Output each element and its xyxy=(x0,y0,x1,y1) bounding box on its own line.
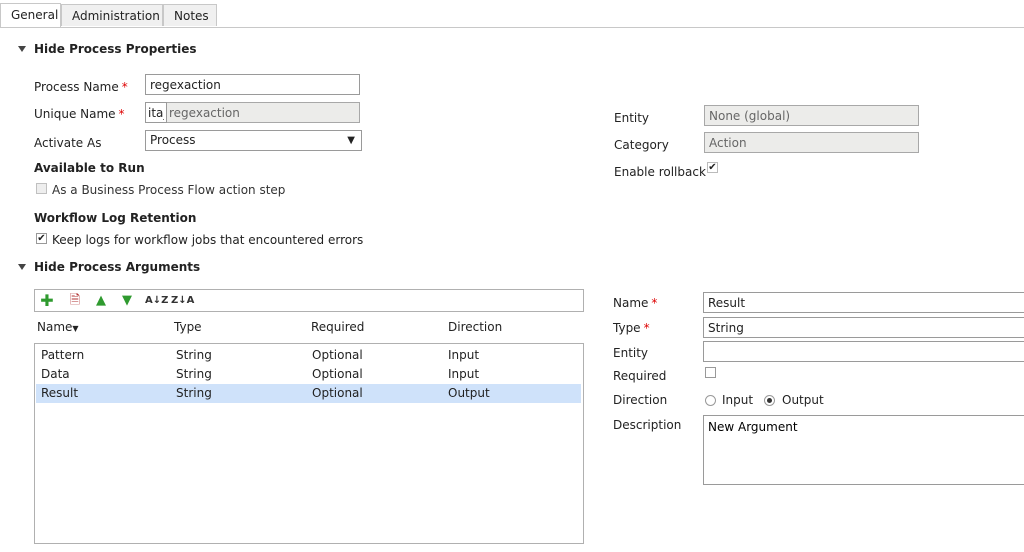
arguments-toolbar: ✚ 🗎 ▲ ▼ A↓Z Z↓A xyxy=(34,289,584,312)
required-asterisk-icon: * xyxy=(121,80,128,94)
cell-direction: Output xyxy=(448,386,490,400)
arg-description-textarea[interactable]: New Argument xyxy=(703,415,1024,485)
direction-input-label: Input xyxy=(722,393,754,407)
arg-name-label: Name * xyxy=(613,296,657,310)
log-retention-heading: Workflow Log Retention xyxy=(34,211,197,225)
sort-arrow-icon: ▼ xyxy=(72,324,79,333)
arg-type-select[interactable] xyxy=(703,317,1024,338)
label-text: Name xyxy=(613,296,649,310)
sort-ascending-icon[interactable]: A↓Z xyxy=(145,293,168,309)
move-down-icon[interactable]: ▼ xyxy=(119,293,135,309)
cell-required: Optional xyxy=(312,348,363,362)
cell-direction: Input xyxy=(448,367,480,381)
column-header-type[interactable]: Type xyxy=(174,320,202,334)
required-asterisk-icon: * xyxy=(651,296,658,310)
activate-as-select[interactable]: Process ▼ xyxy=(145,130,362,151)
unique-name-prefix-input[interactable] xyxy=(145,102,167,123)
arg-required-label: Required xyxy=(613,369,667,383)
keep-logs-label: Keep logs for workflow jobs that encount… xyxy=(52,233,364,247)
bpf-action-label: As a Business Process Flow action step xyxy=(52,183,286,197)
cell-required: Optional xyxy=(312,367,363,381)
sort-descending-icon[interactable]: Z↓A xyxy=(171,293,194,309)
cell-name: Data xyxy=(41,367,70,381)
direction-output-label: Output xyxy=(782,393,824,407)
cell-name: Pattern xyxy=(41,348,85,362)
column-header-required[interactable]: Required xyxy=(311,320,364,334)
bpf-action-checkbox[interactable] xyxy=(36,183,47,194)
direction-output-radio[interactable] xyxy=(764,395,775,406)
arg-entity-label: Entity xyxy=(613,346,649,360)
move-up-icon[interactable]: ▲ xyxy=(93,293,109,309)
cell-type: String xyxy=(176,348,212,362)
tab-bar: General Administration Notes xyxy=(0,0,1024,28)
tab-notes[interactable]: Notes xyxy=(163,4,217,26)
column-header-name[interactable]: Name▼ xyxy=(37,320,79,334)
cell-direction: Input xyxy=(448,348,480,362)
label-text: Process Name xyxy=(34,80,119,94)
process-name-label: Process Name * xyxy=(34,80,128,94)
section-title: Hide Process Properties xyxy=(34,42,197,56)
keep-logs-checkbox[interactable]: ✔ xyxy=(36,233,47,244)
delete-icon[interactable]: 🗎 xyxy=(67,293,83,309)
arg-direction-label: Direction xyxy=(613,393,668,407)
arg-name-input[interactable] xyxy=(703,292,1024,313)
cell-name: Result xyxy=(41,386,79,400)
rollback-label: Enable rollback xyxy=(614,165,706,179)
arguments-grid: Pattern String Optional Input Data Strin… xyxy=(34,343,584,544)
arg-type-label: Type * xyxy=(613,321,650,335)
activate-as-label: Activate As xyxy=(34,136,102,150)
cell-required: Optional xyxy=(312,386,363,400)
hide-properties-toggle[interactable]: Hide Process Properties xyxy=(18,42,196,56)
cell-type: String xyxy=(176,386,212,400)
label-text: Type xyxy=(613,321,641,335)
entity-label: Entity xyxy=(614,111,650,125)
column-header-direction[interactable]: Direction xyxy=(448,320,502,334)
section-title: Hide Process Arguments xyxy=(34,260,201,274)
required-asterisk-icon: * xyxy=(643,321,650,335)
collapse-triangle-icon xyxy=(18,264,26,270)
unique-name-label: Unique Name * xyxy=(34,107,125,121)
dropdown-arrow-icon: ▼ xyxy=(347,135,355,146)
process-name-input[interactable] xyxy=(145,74,360,95)
unique-name-input[interactable] xyxy=(145,102,360,123)
arg-description-label: Description xyxy=(613,418,682,432)
arg-entity-input[interactable] xyxy=(703,341,1024,362)
available-to-run-heading: Available to Run xyxy=(34,161,145,175)
category-label: Category xyxy=(614,138,669,152)
rollback-checkbox[interactable]: ✔ xyxy=(707,162,718,173)
entity-input[interactable] xyxy=(704,105,919,126)
label-text: Unique Name xyxy=(34,107,116,121)
cell-type: String xyxy=(176,367,212,381)
hide-arguments-toggle[interactable]: Hide Process Arguments xyxy=(18,260,200,274)
direction-input-radio[interactable] xyxy=(705,395,716,406)
collapse-triangle-icon xyxy=(18,46,26,52)
tab-general[interactable]: General xyxy=(0,3,61,27)
header-text: Name xyxy=(37,320,73,334)
table-row-selected[interactable]: Result String Optional Output xyxy=(36,384,581,403)
selected-value: Process xyxy=(150,133,196,147)
table-row[interactable]: Pattern String Optional Input xyxy=(36,346,581,365)
arg-required-checkbox[interactable] xyxy=(705,367,716,378)
category-input[interactable] xyxy=(704,132,919,153)
add-icon[interactable]: ✚ xyxy=(39,293,55,309)
tab-administration[interactable]: Administration xyxy=(61,4,163,26)
required-asterisk-icon: * xyxy=(118,107,125,121)
table-row[interactable]: Data String Optional Input xyxy=(36,365,581,384)
